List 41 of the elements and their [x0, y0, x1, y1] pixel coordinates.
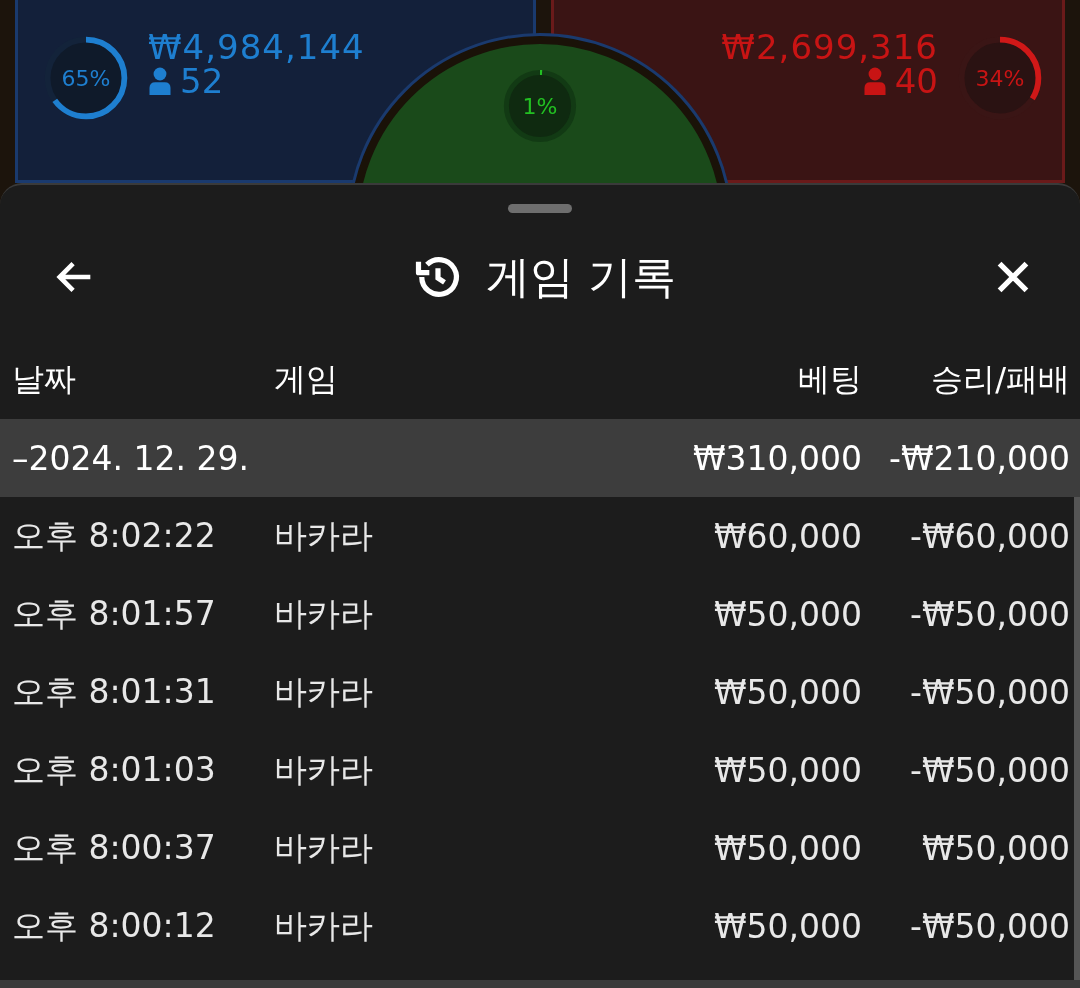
- bet-cell-text: ₩50,000: [712, 828, 862, 868]
- game-cell-text: 바카라: [274, 514, 374, 557]
- time-cell-text: 오후 8:01:03: [12, 748, 217, 791]
- date-group-row[interactable]: –2024. 12. 29. ₩310,000 -₩210,000: [0, 419, 1080, 497]
- column-header: 베팅: [797, 359, 862, 400]
- result-cell-text: -₩50,000: [909, 750, 1070, 790]
- player-count: 52: [180, 64, 224, 98]
- drag-handle[interactable]: [508, 204, 572, 213]
- person-icon: [148, 67, 172, 95]
- result-cell-text: -₩50,000: [909, 906, 1070, 946]
- bet-cell-text: ₩50,000: [712, 750, 862, 790]
- bet-cell-text: ₩50,000: [712, 906, 862, 946]
- game-cell-text: 바카라: [274, 748, 374, 791]
- result-cell-text: -₩210,000: [888, 438, 1070, 478]
- result-cell-text: ₩50,000: [920, 828, 1070, 868]
- result-cell-text: -₩50,000: [909, 594, 1070, 634]
- time-cell-text: 오후 8:00:37: [12, 826, 217, 869]
- percent-label: 65%: [61, 65, 111, 91]
- time-cell-text: 오후 8:00:12: [12, 904, 217, 947]
- bet-cell-text: ₩50,000: [712, 594, 862, 634]
- sheet-title: 게임 기록: [486, 249, 676, 304]
- game-cell-text: 바카라: [274, 592, 374, 635]
- bet-cell-text: ₩50,000: [712, 672, 862, 712]
- bet-cell-text: ₩310,000: [691, 438, 862, 478]
- column-header: 승리/패배: [930, 359, 1070, 400]
- percent-label: 34%: [975, 65, 1025, 91]
- time-cell-text: 오후 8:01:31: [12, 670, 217, 713]
- column-header: 날짜: [12, 359, 77, 400]
- game-cell-text: 바카라: [274, 670, 374, 713]
- column-header: 게임: [274, 359, 339, 400]
- scrollbar[interactable]: [1074, 497, 1080, 980]
- player-count: 40: [894, 64, 938, 98]
- person-icon: [862, 67, 887, 95]
- time-cell-text: 오후 8:01:57: [12, 592, 217, 635]
- result-cell-text: -₩60,000: [909, 516, 1070, 556]
- date-cell-text: –2024. 12. 29.: [12, 438, 250, 478]
- game-cell-text: 바카라: [274, 904, 374, 947]
- bet-cell-text: ₩60,000: [712, 516, 862, 556]
- result-cell-text: -₩50,000: [909, 672, 1070, 712]
- time-cell-text: 오후 8:02:22: [12, 514, 217, 557]
- game-cell-text: 바카라: [274, 826, 374, 869]
